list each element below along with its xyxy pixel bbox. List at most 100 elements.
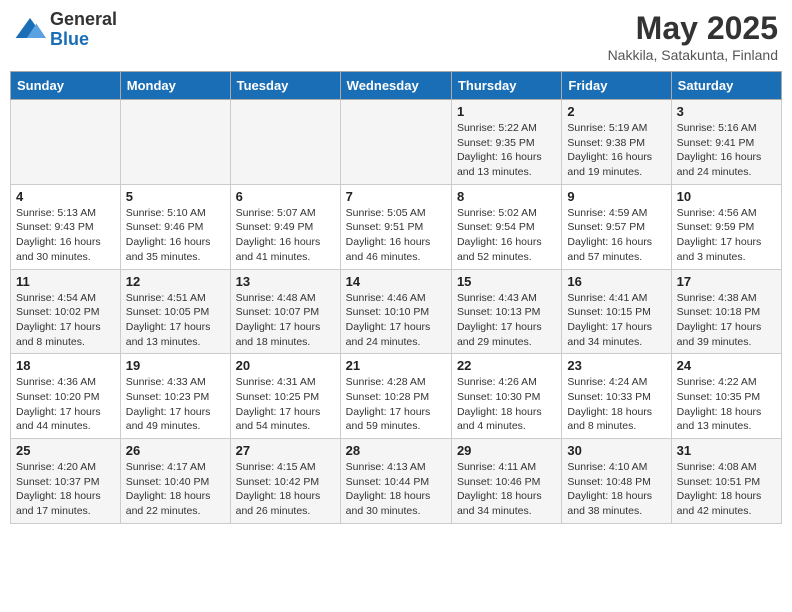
calendar-cell: [340, 100, 451, 185]
day-number: 30: [567, 443, 665, 458]
logo-blue-text: Blue: [50, 30, 117, 50]
day-info: Sunrise: 4:59 AM Sunset: 9:57 PM Dayligh…: [567, 206, 665, 265]
calendar-cell: 31 Sunrise: 4:08 AM Sunset: 10:51 PM Dayl…: [671, 439, 781, 524]
calendar-cell: 11 Sunrise: 4:54 AM Sunset: 10:02 PM Dayl…: [11, 269, 121, 354]
day-number: 14: [346, 274, 446, 289]
calendar-cell: 16 Sunrise: 4:41 AM Sunset: 10:15 PM Dayl…: [562, 269, 671, 354]
day-number: 22: [457, 358, 556, 373]
calendar-cell: 9 Sunrise: 4:59 AM Sunset: 9:57 PM Daylig…: [562, 184, 671, 269]
day-info: Sunrise: 4:36 AM Sunset: 10:20 PM Daylig…: [16, 375, 115, 434]
day-number: 31: [677, 443, 776, 458]
calendar-cell: 13 Sunrise: 4:48 AM Sunset: 10:07 PM Dayl…: [230, 269, 340, 354]
day-number: 6: [236, 189, 335, 204]
calendar-cell: 1 Sunrise: 5:22 AM Sunset: 9:35 PM Daylig…: [451, 100, 561, 185]
day-info: Sunrise: 4:33 AM Sunset: 10:23 PM Daylig…: [126, 375, 225, 434]
weekday-header-wednesday: Wednesday: [340, 72, 451, 100]
calendar-week-row: 1 Sunrise: 5:22 AM Sunset: 9:35 PM Daylig…: [11, 100, 782, 185]
day-info: Sunrise: 4:41 AM Sunset: 10:15 PM Daylig…: [567, 291, 665, 350]
calendar-cell: 28 Sunrise: 4:13 AM Sunset: 10:44 PM Dayl…: [340, 439, 451, 524]
calendar-cell: 30Sunrise: 4:10 AM Sunset: 10:48 PM Dayl…: [562, 439, 671, 524]
calendar-cell: 3 Sunrise: 5:16 AM Sunset: 9:41 PM Daylig…: [671, 100, 781, 185]
day-info: Sunrise: 4:08 AM Sunset: 10:51 PM Daylig…: [677, 460, 776, 519]
calendar-table: SundayMondayTuesdayWednesdayThursdayFrid…: [10, 71, 782, 524]
weekday-header-saturday: Saturday: [671, 72, 781, 100]
calendar-cell: 21Sunrise: 4:28 AM Sunset: 10:28 PM Dayl…: [340, 354, 451, 439]
weekday-header-monday: Monday: [120, 72, 230, 100]
calendar-cell: 17Sunrise: 4:38 AM Sunset: 10:18 PM Dayl…: [671, 269, 781, 354]
calendar-cell: [11, 100, 121, 185]
day-info: Sunrise: 4:51 AM Sunset: 10:05 PM Daylig…: [126, 291, 225, 350]
day-info: Sunrise: 4:15 AM Sunset: 10:42 PM Daylig…: [236, 460, 335, 519]
day-number: 24: [677, 358, 776, 373]
calendar-cell: 5 Sunrise: 5:10 AM Sunset: 9:46 PM Daylig…: [120, 184, 230, 269]
day-number: 18: [16, 358, 115, 373]
calendar-cell: 26Sunrise: 4:17 AM Sunset: 10:40 PM Dayl…: [120, 439, 230, 524]
day-info: Sunrise: 5:22 AM Sunset: 9:35 PM Dayligh…: [457, 121, 556, 180]
calendar-week-row: 18 Sunrise: 4:36 AM Sunset: 10:20 PM Dayl…: [11, 354, 782, 439]
month-title: May 2025: [608, 10, 778, 47]
calendar-week-row: 4Sunrise: 5:13 AM Sunset: 9:43 PM Daylig…: [11, 184, 782, 269]
day-number: 1: [457, 104, 556, 119]
day-info: Sunrise: 5:10 AM Sunset: 9:46 PM Dayligh…: [126, 206, 225, 265]
calendar-cell: 23 Sunrise: 4:24 AM Sunset: 10:33 PM Dayl…: [562, 354, 671, 439]
day-info: Sunrise: 4:48 AM Sunset: 10:07 PM Daylig…: [236, 291, 335, 350]
location-subtitle: Nakkila, Satakunta, Finland: [608, 47, 778, 63]
day-number: 25: [16, 443, 115, 458]
day-number: 9: [567, 189, 665, 204]
day-number: 29: [457, 443, 556, 458]
calendar-cell: 12Sunrise: 4:51 AM Sunset: 10:05 PM Dayl…: [120, 269, 230, 354]
calendar-cell: 10Sunrise: 4:56 AM Sunset: 9:59 PM Dayli…: [671, 184, 781, 269]
day-number: 16: [567, 274, 665, 289]
logo-icon: [14, 14, 46, 46]
calendar-cell: 8 Sunrise: 5:02 AM Sunset: 9:54 PM Daylig…: [451, 184, 561, 269]
calendar-cell: 7 Sunrise: 5:05 AM Sunset: 9:51 PM Daylig…: [340, 184, 451, 269]
calendar-cell: 20 Sunrise: 4:31 AM Sunset: 10:25 PM Dayl…: [230, 354, 340, 439]
day-number: 8: [457, 189, 556, 204]
day-info: Sunrise: 4:22 AM Sunset: 10:35 PM Daylig…: [677, 375, 776, 434]
day-info: Sunrise: 4:31 AM Sunset: 10:25 PM Daylig…: [236, 375, 335, 434]
day-info: Sunrise: 5:16 AM Sunset: 9:41 PM Dayligh…: [677, 121, 776, 180]
day-info: Sunrise: 4:54 AM Sunset: 10:02 PM Daylig…: [16, 291, 115, 350]
weekday-header-row: SundayMondayTuesdayWednesdayThursdayFrid…: [11, 72, 782, 100]
logo-text: General Blue: [50, 10, 117, 50]
day-info: Sunrise: 4:17 AM Sunset: 10:40 PM Daylig…: [126, 460, 225, 519]
day-info: Sunrise: 4:26 AM Sunset: 10:30 PM Daylig…: [457, 375, 556, 434]
day-number: 13: [236, 274, 335, 289]
day-number: 19: [126, 358, 225, 373]
day-info: Sunrise: 4:46 AM Sunset: 10:10 PM Daylig…: [346, 291, 446, 350]
day-info: Sunrise: 4:13 AM Sunset: 10:44 PM Daylig…: [346, 460, 446, 519]
day-info: Sunrise: 4:20 AM Sunset: 10:37 PM Daylig…: [16, 460, 115, 519]
day-info: Sunrise: 5:05 AM Sunset: 9:51 PM Dayligh…: [346, 206, 446, 265]
day-number: 28: [346, 443, 446, 458]
calendar-cell: 22 Sunrise: 4:26 AM Sunset: 10:30 PM Dayl…: [451, 354, 561, 439]
calendar-cell: [120, 100, 230, 185]
day-number: 17: [677, 274, 776, 289]
calendar-week-row: 11 Sunrise: 4:54 AM Sunset: 10:02 PM Dayl…: [11, 269, 782, 354]
day-info: Sunrise: 5:02 AM Sunset: 9:54 PM Dayligh…: [457, 206, 556, 265]
day-info: Sunrise: 5:19 AM Sunset: 9:38 PM Dayligh…: [567, 121, 665, 180]
day-number: 4: [16, 189, 115, 204]
calendar-cell: 25 Sunrise: 4:20 AM Sunset: 10:37 PM Dayl…: [11, 439, 121, 524]
calendar-cell: 14 Sunrise: 4:46 AM Sunset: 10:10 PM Dayl…: [340, 269, 451, 354]
day-number: 20: [236, 358, 335, 373]
calendar-cell: 27Sunrise: 4:15 AM Sunset: 10:42 PM Dayl…: [230, 439, 340, 524]
day-number: 11: [16, 274, 115, 289]
day-number: 2: [567, 104, 665, 119]
logo: General Blue: [14, 10, 117, 50]
day-number: 21: [346, 358, 446, 373]
day-number: 7: [346, 189, 446, 204]
day-number: 10: [677, 189, 776, 204]
logo-general-text: General: [50, 10, 117, 30]
day-info: Sunrise: 5:07 AM Sunset: 9:49 PM Dayligh…: [236, 206, 335, 265]
day-info: Sunrise: 4:24 AM Sunset: 10:33 PM Daylig…: [567, 375, 665, 434]
calendar-cell: 18 Sunrise: 4:36 AM Sunset: 10:20 PM Dayl…: [11, 354, 121, 439]
page-header: General Blue May 2025 Nakkila, Satakunta…: [10, 10, 782, 63]
day-number: 23: [567, 358, 665, 373]
weekday-header-thursday: Thursday: [451, 72, 561, 100]
weekday-header-sunday: Sunday: [11, 72, 121, 100]
day-number: 15: [457, 274, 556, 289]
day-info: Sunrise: 4:43 AM Sunset: 10:13 PM Daylig…: [457, 291, 556, 350]
day-number: 3: [677, 104, 776, 119]
day-number: 5: [126, 189, 225, 204]
calendar-cell: 6 Sunrise: 5:07 AM Sunset: 9:49 PM Daylig…: [230, 184, 340, 269]
